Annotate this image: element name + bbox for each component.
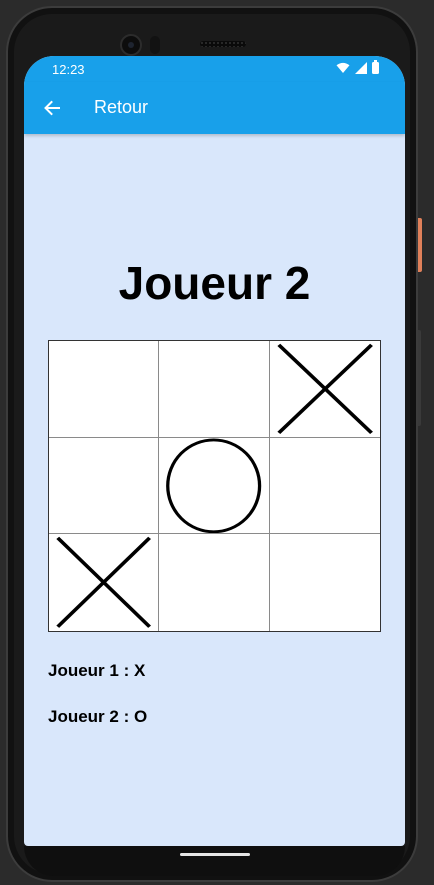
status-time: 12:23 — [52, 62, 85, 77]
battery-icon — [372, 60, 379, 74]
status-bar: 12:23 — [24, 56, 405, 82]
home-gesture-bar[interactable] — [180, 853, 250, 856]
proximity-sensor — [150, 36, 160, 54]
x-mark — [277, 343, 373, 434]
board-cell[interactable] — [159, 341, 270, 438]
board-cell[interactable] — [270, 534, 380, 631]
arrow-left-icon — [44, 100, 60, 116]
navigation-bar — [24, 846, 405, 876]
front-camera — [120, 34, 142, 56]
back-button[interactable] — [38, 94, 66, 122]
x-mark — [56, 537, 151, 629]
status-icons — [336, 60, 379, 74]
o-mark — [166, 438, 262, 533]
app-bar-title[interactable]: Retour — [94, 97, 148, 118]
board-cell[interactable] — [49, 437, 160, 535]
app-screen: 12:23 Retour Joueur 2 Joueur 1 : X Joueu… — [24, 56, 405, 846]
board-cell[interactable] — [49, 341, 160, 438]
app-bar: Retour — [24, 82, 405, 134]
volume-button[interactable] — [418, 330, 421, 426]
power-button[interactable] — [418, 218, 422, 272]
board-cell[interactable] — [269, 438, 380, 535]
board-cell[interactable] — [159, 534, 270, 631]
signal-icon — [355, 62, 367, 74]
wifi-icon — [336, 62, 350, 73]
board-cell[interactable] — [49, 534, 160, 631]
player2-legend: Joueur 2 : O — [48, 707, 148, 726]
current-player-title: Joueur 2 — [118, 257, 311, 309]
earpiece-speaker — [200, 41, 246, 47]
player1-legend: Joueur 1 : X — [48, 661, 146, 680]
tic-tac-toe-board — [48, 340, 381, 632]
board-cell[interactable] — [159, 437, 270, 535]
board-cell[interactable] — [269, 341, 380, 438]
